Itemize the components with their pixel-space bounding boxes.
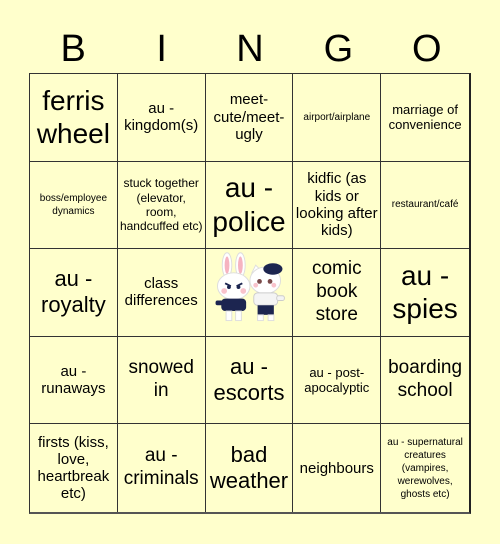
bingo-cell-text: class differences [124,275,198,310]
bingo-cell-text: boss/employee dynamics [39,192,108,217]
bunny-mascot [215,251,251,321]
bingo-cell-free-space[interactable] [205,249,294,337]
header-letter-i: I [156,28,167,70]
bunny-and-cat-mascots-icon [206,251,292,335]
bingo-cell-text: kidfic (as kids or looking after kids) [295,170,378,240]
bingo-cell-text: airport/airplane [303,111,371,123]
bingo-cell-text: au - criminals [123,445,199,490]
bingo-cell[interactable]: bad weather [206,424,294,512]
bingo-cell[interactable]: au - police [205,161,294,250]
bingo-card-grid: ferris wheel au - kingdom(s) meet-cute/mee… [29,73,471,514]
bingo-cell-text: neighbours [299,459,374,477]
bingo-cell[interactable]: comic book store [293,249,382,337]
header-letter-n: N [236,28,264,70]
bingo-cell-text: au - royalty [41,266,106,318]
bingo-cell-text: au - post-apocalyptic [304,364,370,396]
bingo-cell[interactable]: stuck together (elevator, room, handcuff… [117,161,206,250]
bingo-cell-text: bad weather [209,441,289,494]
header-letter-b: B [60,28,86,70]
bingo-cell[interactable]: boss/employee dynamics [30,161,118,250]
bingo-cell-text: au - kingdom(s) [124,100,199,135]
bingo-cell[interactable]: restaurant/café [381,162,469,250]
bingo-cell-text: ferris wheel [36,84,110,150]
bingo-cell[interactable]: au - spies [381,249,469,337]
bingo-cell[interactable]: au - kingdom(s) [117,74,206,162]
bingo-cell-text: marriage of convenience [388,101,462,133]
bingo-cell[interactable]: airport/airplane [293,74,382,162]
bingo-cell-text: au - police [212,172,286,237]
bingo-cell[interactable]: au - post-apocalyptic [293,336,382,425]
bingo-cell-text: boarding school [388,357,463,402]
bingo-cell[interactable]: au - runaways [30,336,118,425]
bingo-cell-text: firsts (kiss, love, heartbreak etc) [37,433,110,503]
bingo-cell[interactable]: ferris wheel [30,74,118,162]
bingo-cell[interactable]: au - supernatural creatures (vampires, w… [381,424,469,512]
bingo-cell-text: meet-cute/meet-ugly [213,91,285,143]
bingo-cell[interactable]: neighbours [293,424,382,512]
bingo-cell-text: au - supernatural creatures (vampires, w… [387,436,463,500]
bingo-cell-text: snowed in [128,357,194,402]
cat-mascot [249,262,285,321]
bingo-cell[interactable]: au - escorts [205,336,294,425]
bingo-cell[interactable]: class differences [117,249,206,337]
bingo-cell-text: au - spies [392,259,458,325]
bingo-cell[interactable]: au - criminals [118,424,206,512]
bingo-cell[interactable]: firsts (kiss, love, heartbreak etc) [30,424,118,512]
header-letter-g: G [323,28,354,70]
bingo-cell[interactable]: snowed in [117,336,206,425]
bingo-cell-text: au - escorts [213,353,285,406]
bingo-cell[interactable]: au - royalty [30,249,118,337]
bingo-cell[interactable]: kidfic (as kids or looking after kids) [293,161,382,250]
bingo-cell[interactable]: meet-cute/meet-ugly [205,74,294,162]
bingo-cell[interactable]: marriage of convenience [381,74,469,162]
bingo-cell[interactable]: boarding school [381,337,469,425]
bingo-cell-text: restaurant/café [391,199,459,211]
header-letter-o: O [412,28,442,70]
bingo-cell-text: stuck together (elevator, room, handcuff… [119,176,203,234]
bingo-cell-text: comic book store [311,258,362,325]
bingo-cell-text: au - runaways [41,362,106,398]
bingo-header: B I N G O [29,26,471,72]
